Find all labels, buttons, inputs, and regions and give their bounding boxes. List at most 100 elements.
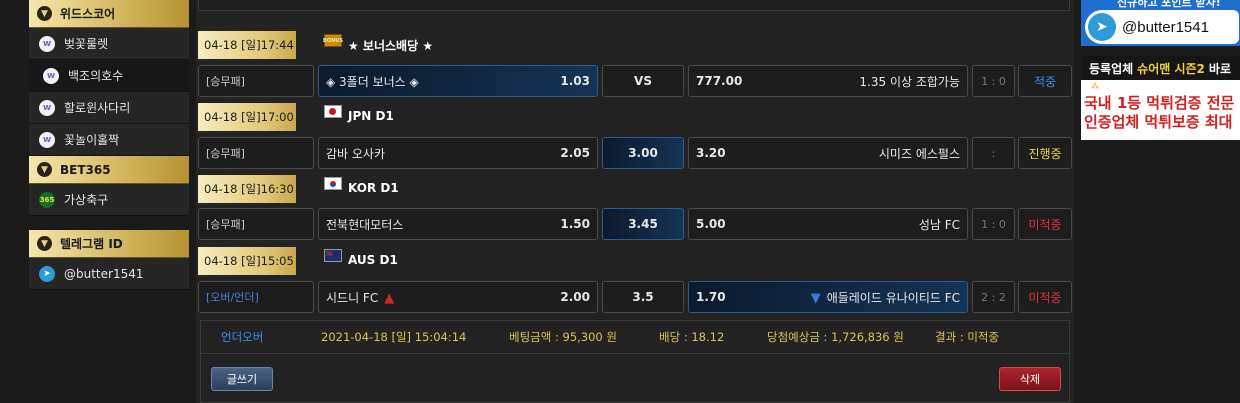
bet-history-panel: 04-18 [일]17:44 BONUS ★ 보너스배당 ★ [승무패] ◈ 3… [196,0,1074,403]
w-icon: w [39,35,55,52]
match-score: 1 : 0 [972,65,1015,97]
bet-type: [오버/언더] [198,281,314,313]
panel-top-border [198,0,1070,11]
sidebar-item-halloween-ladder[interactable]: w 할로윈사다리 [29,92,189,124]
league-title: AUS D1 [324,248,398,267]
sidebar-item-label: 할로윈사다리 [64,101,131,115]
sidebar-section-title: 위드스코어 [60,7,116,21]
chevron-down-icon: ▼ [37,6,52,21]
bet-status-badge: 진행중 [1018,137,1072,169]
bet-summary: 언더오버 2021-04-18 [일] 15:04:14 베팅금액 : 95,3… [200,320,1070,403]
home-odds: 1.50 [560,217,590,231]
league-name: JPN D1 [348,109,394,123]
w-icon: w [39,131,55,148]
sidebar-section-title: 텔레그램 ID [60,237,123,251]
sidebar: ▼ 위드스코어 w 벚꽃룰렛 w 백조의호수 w 할로윈사다리 w 꽃놀이홀짝 … [29,0,189,290]
home-team-selection[interactable]: 감바 오사카 2.05 [318,137,598,169]
bet-status-badge: 미적중 [1018,281,1072,313]
match-score: 1 : 0 [972,208,1015,240]
arrow-down-icon: ▼ [810,290,821,306]
sidebar-section-header-telegram[interactable]: ▼ 텔레그램 ID [29,230,189,258]
home-team-name: 전북현대모터스 [326,217,404,232]
delete-button[interactable]: 삭제 [999,367,1061,391]
telegram-icon: ➤ [39,265,55,282]
home-team-selection[interactable]: ◈ 3폴더 보너스 ◈ 1.03 [318,65,598,97]
sidebar-item-label: @butter1541 [64,266,144,281]
telegram-icon: ➤ [1088,13,1116,41]
home-team-name: ◈ 3폴더 보너스 ◈ [326,74,419,89]
ad-banner-header: 등록업체 슈어맨 시즌2 바로 [1081,56,1240,80]
match-time: 04-18 [일]17:44 [198,31,296,59]
match-time: 04-18 [일]16:30 [198,175,296,203]
sparkle-icon: ⁂ [1091,82,1099,91]
away-team-name: 애들레이드 유나이티드 FC [826,290,960,305]
sidebar-item-label: 벚꽃룰렛 [64,37,109,51]
write-button[interactable]: 글쓰기 [211,367,273,391]
home-odds: 1.03 [560,74,590,88]
draw-selection[interactable]: 3.00 [602,137,684,169]
ad-banner[interactable]: 등록업체 슈어맨 시즌2 바로 ⁂ 국내 1등 먹튀검증 전문 인증업체 먹튀보… [1081,56,1240,140]
away-team-selection[interactable]: 5.00 성남 FC [688,208,968,240]
away-team-selection[interactable]: 1.70 ▼ 애들레이드 유나이티드 FC [688,281,968,313]
away-odds: 3.20 [696,146,726,160]
sidebar-section-header-bet365[interactable]: ▼ BET365 [29,156,189,184]
league-title: JPN D1 [324,104,394,123]
bet-status-badge: 적중 [1018,65,1072,97]
away-team-label: ▼ 애들레이드 유나이티드 FC [811,289,960,306]
sidebar-item-virtual-soccer[interactable]: 365 가상축구 [29,184,189,216]
league-name: ★ 보너스배당 ★ [348,39,434,53]
draw-selection[interactable]: VS [602,65,684,97]
banner-top-text: 신규하고 포인트 받자! [1117,0,1221,9]
home-odds: 2.00 [560,290,590,304]
away-team-selection[interactable]: 3.20 시미즈 에스펄스 [688,137,968,169]
away-team-name: 1.35 이상 조합가능 [859,74,960,89]
summary-result: 결과 : 미적중 [935,330,1000,344]
league-title: KOR D1 [324,176,399,195]
australia-flag-icon [324,248,342,262]
sidebar-item-swan-lake[interactable]: w 백조의호수 [29,60,189,92]
away-odds: 777.00 [696,74,743,88]
sidebar-item-label: 가상축구 [64,193,109,207]
korea-flag-icon [324,176,342,190]
match-score: : [972,137,1015,169]
match-time: 04-18 [일]15:05 [198,247,296,275]
home-team-selection[interactable]: 전북현대모터스 1.50 [318,208,598,240]
away-odds: 1.70 [696,290,726,304]
home-team-name: 시드니 FC [326,290,379,305]
ad-line-2: 인증업체 먹튀보증 최대 [1084,113,1233,131]
home-team-selection[interactable]: 시드니 FC ▲ 2.00 [318,281,598,313]
sidebar-section-title: BET365 [60,162,111,177]
bet-type: [승무패] [198,208,314,240]
home-team-label: 시드니 FC ▲ [326,289,394,306]
summary-game-type: 언더오버 [221,330,264,344]
league-name: AUS D1 [348,253,398,267]
away-team-selection[interactable]: 777.00 1.35 이상 조합가능 [688,65,968,97]
sidebar-item-label: 백조의호수 [68,69,124,83]
draw-selection[interactable]: 3.5 [602,281,684,313]
league-name: KOR D1 [348,181,399,195]
ad-line-1: 국내 1등 먹튀검증 전문 [1084,94,1235,112]
w-icon: w [43,67,59,84]
chevron-down-icon: ▼ [37,162,52,177]
sidebar-item-cherry-roulette[interactable]: w 벚꽃룰렛 [29,28,189,60]
bet365-icon: 365 [39,191,55,208]
sidebar-section-header-withscore[interactable]: ▼ 위드스코어 [29,0,189,28]
japan-flag-icon [324,104,342,118]
w-icon: w [39,99,55,116]
summary-bet-amount: 베팅금액 : 95,300 원 [509,330,617,344]
away-odds: 5.00 [696,217,726,231]
summary-odds: 배당 : 18.12 [659,330,725,344]
summary-row: 언더오버 2021-04-18 [일] 15:04:14 베팅금액 : 95,3… [201,321,1069,354]
telegram-handle: @butter1541 [1122,18,1209,36]
sidebar-item-telegram-id[interactable]: ➤ @butter1541 [29,258,189,290]
home-odds: 2.05 [560,146,590,160]
bet-status-badge: 미적중 [1018,208,1072,240]
sidebar-item-flower-oddeven[interactable]: w 꽃놀이홀짝 [29,124,189,156]
sidebar-item-label: 꽃놀이홀짝 [64,133,120,147]
away-team-name: 시미즈 에스펄스 [878,146,960,161]
bet-type: [승무패] [198,137,314,169]
bet-type: [승무패] [198,65,314,97]
telegram-banner[interactable]: 신규하고 포인트 받자! ➤ @butter1541 [1081,0,1240,46]
draw-selection[interactable]: 3.45 [602,208,684,240]
